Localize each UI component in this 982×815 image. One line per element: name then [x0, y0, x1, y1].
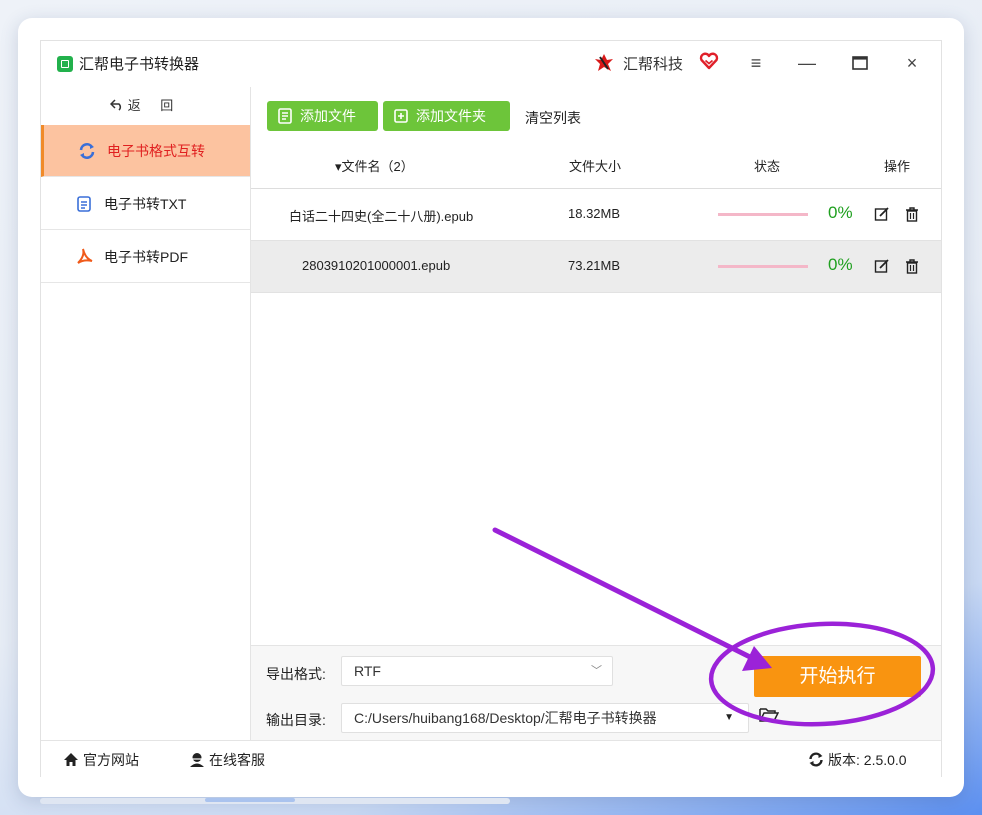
- table-row[interactable]: 2803910201000001.epub 73.21MB 0%: [251, 241, 941, 293]
- add-folder-label: 添加文件夹: [416, 108, 486, 124]
- add-folder-button[interactable]: 添加文件夹: [383, 101, 510, 131]
- sidebar: 返 回 电子书格式互转 电子书转TXT 电子书转PDF: [41, 87, 251, 740]
- column-header-name[interactable]: ▾文件名（2）: [335, 156, 414, 175]
- file-name: 2803910201000001.epub: [302, 258, 451, 273]
- folder-open-icon[interactable]: [759, 707, 779, 723]
- online-support-label: 在线客服: [209, 752, 265, 768]
- app-title: 汇帮电子书转换器: [79, 56, 200, 73]
- close-button[interactable]: ×: [898, 49, 926, 77]
- sidebar-item-format-convert[interactable]: 电子书格式互转: [41, 125, 250, 177]
- output-dir-select[interactable]: C:/Users/huibang168/Desktop/汇帮电子书转换器 ▼: [341, 703, 749, 733]
- output-dir-value: C:/Users/huibang168/Desktop/汇帮电子书转换器: [354, 710, 657, 726]
- edit-icon[interactable]: [874, 258, 890, 274]
- chevron-down-icon: ﹀: [591, 665, 602, 677]
- support-agent-icon: [190, 753, 204, 767]
- refresh-icon: [79, 143, 95, 159]
- sidebar-item-label: 电子书转PDF: [104, 249, 188, 265]
- edit-icon[interactable]: [874, 206, 890, 222]
- add-file-icon: [278, 108, 292, 124]
- heart-vip-icon[interactable]: [699, 51, 719, 71]
- format-select[interactable]: RTF ﹀: [341, 656, 613, 686]
- file-name: 白话二十四史(全二十八册).epub: [289, 209, 474, 224]
- add-file-button[interactable]: 添加文件: [267, 101, 378, 131]
- add-folder-icon: [394, 109, 408, 123]
- txt-file-icon: [77, 196, 91, 212]
- column-header-status: 状态: [754, 159, 781, 174]
- start-button[interactable]: 开始执行: [754, 656, 921, 697]
- column-header-size: 文件大小: [569, 159, 622, 174]
- app-window: 汇帮电子书转换器 汇帮科技 ≡ — × 返 回 电子书格式互转 电子书转TXT …: [40, 40, 942, 777]
- format-value: RTF: [354, 663, 381, 679]
- dropdown-arrow-icon: ▼: [724, 712, 734, 723]
- file-size: 73.21MB: [568, 258, 621, 273]
- table-row[interactable]: 白话二十四史(全二十八册).epub 18.32MB 0%: [251, 189, 941, 241]
- brand-name: 汇帮科技: [623, 56, 684, 73]
- footer-bar: 官方网站 在线客服 版本: 2.5.0.0: [41, 740, 941, 777]
- output-settings-panel: 导出格式: RTF ﹀ 输出目录: C:/Users/huibang168/De…: [251, 645, 941, 741]
- back-button[interactable]: 返 回: [41, 87, 250, 125]
- progress-bar: [718, 265, 808, 268]
- progress-percent: 0%: [828, 203, 853, 222]
- file-size: 18.32MB: [568, 206, 621, 221]
- progress-percent: 0%: [828, 255, 853, 274]
- clear-list-button[interactable]: 清空列表: [525, 108, 581, 128]
- online-support-link[interactable]: 在线客服: [189, 750, 265, 770]
- column-header-actions: 操作: [884, 159, 911, 174]
- version-info[interactable]: 版本: 2.5.0.0: [808, 750, 907, 770]
- progress-bar: [718, 213, 808, 216]
- taskbar-strip-highlight: [205, 798, 295, 802]
- official-website-label: 官方网站: [83, 752, 139, 768]
- file-table-header: ▾文件名（2） 文件大小 状态 操作: [251, 141, 941, 189]
- brand-logo-icon: [595, 54, 613, 71]
- delete-icon[interactable]: [904, 258, 920, 274]
- maximize-button[interactable]: [846, 49, 874, 77]
- official-website-link[interactable]: 官方网站: [63, 750, 139, 770]
- sidebar-item-label: 电子书格式互转: [107, 143, 205, 159]
- update-icon: [809, 752, 823, 767]
- sidebar-item-label: 电子书转TXT: [104, 196, 187, 212]
- title-bar[interactable]: 汇帮电子书转换器 汇帮科技 ≡ — ×: [41, 41, 941, 87]
- sidebar-item-to-txt[interactable]: 电子书转TXT: [41, 178, 250, 230]
- delete-icon[interactable]: [904, 206, 920, 222]
- sidebar-item-to-pdf[interactable]: 电子书转PDF: [41, 231, 250, 283]
- output-dir-label: 输出目录:: [266, 712, 326, 728]
- format-label: 导出格式:: [266, 666, 326, 682]
- back-label: 返 回: [127, 98, 182, 113]
- back-arrow-icon: [109, 99, 121, 111]
- add-file-label: 添加文件: [300, 108, 356, 124]
- app-logo-icon: [57, 56, 73, 72]
- version-label: 版本: 2.5.0.0: [828, 752, 907, 768]
- minimize-button[interactable]: —: [793, 49, 821, 77]
- pdf-icon: [77, 248, 93, 264]
- maximize-icon: [852, 56, 868, 70]
- menu-button[interactable]: ≡: [742, 49, 770, 77]
- home-icon: [64, 753, 78, 766]
